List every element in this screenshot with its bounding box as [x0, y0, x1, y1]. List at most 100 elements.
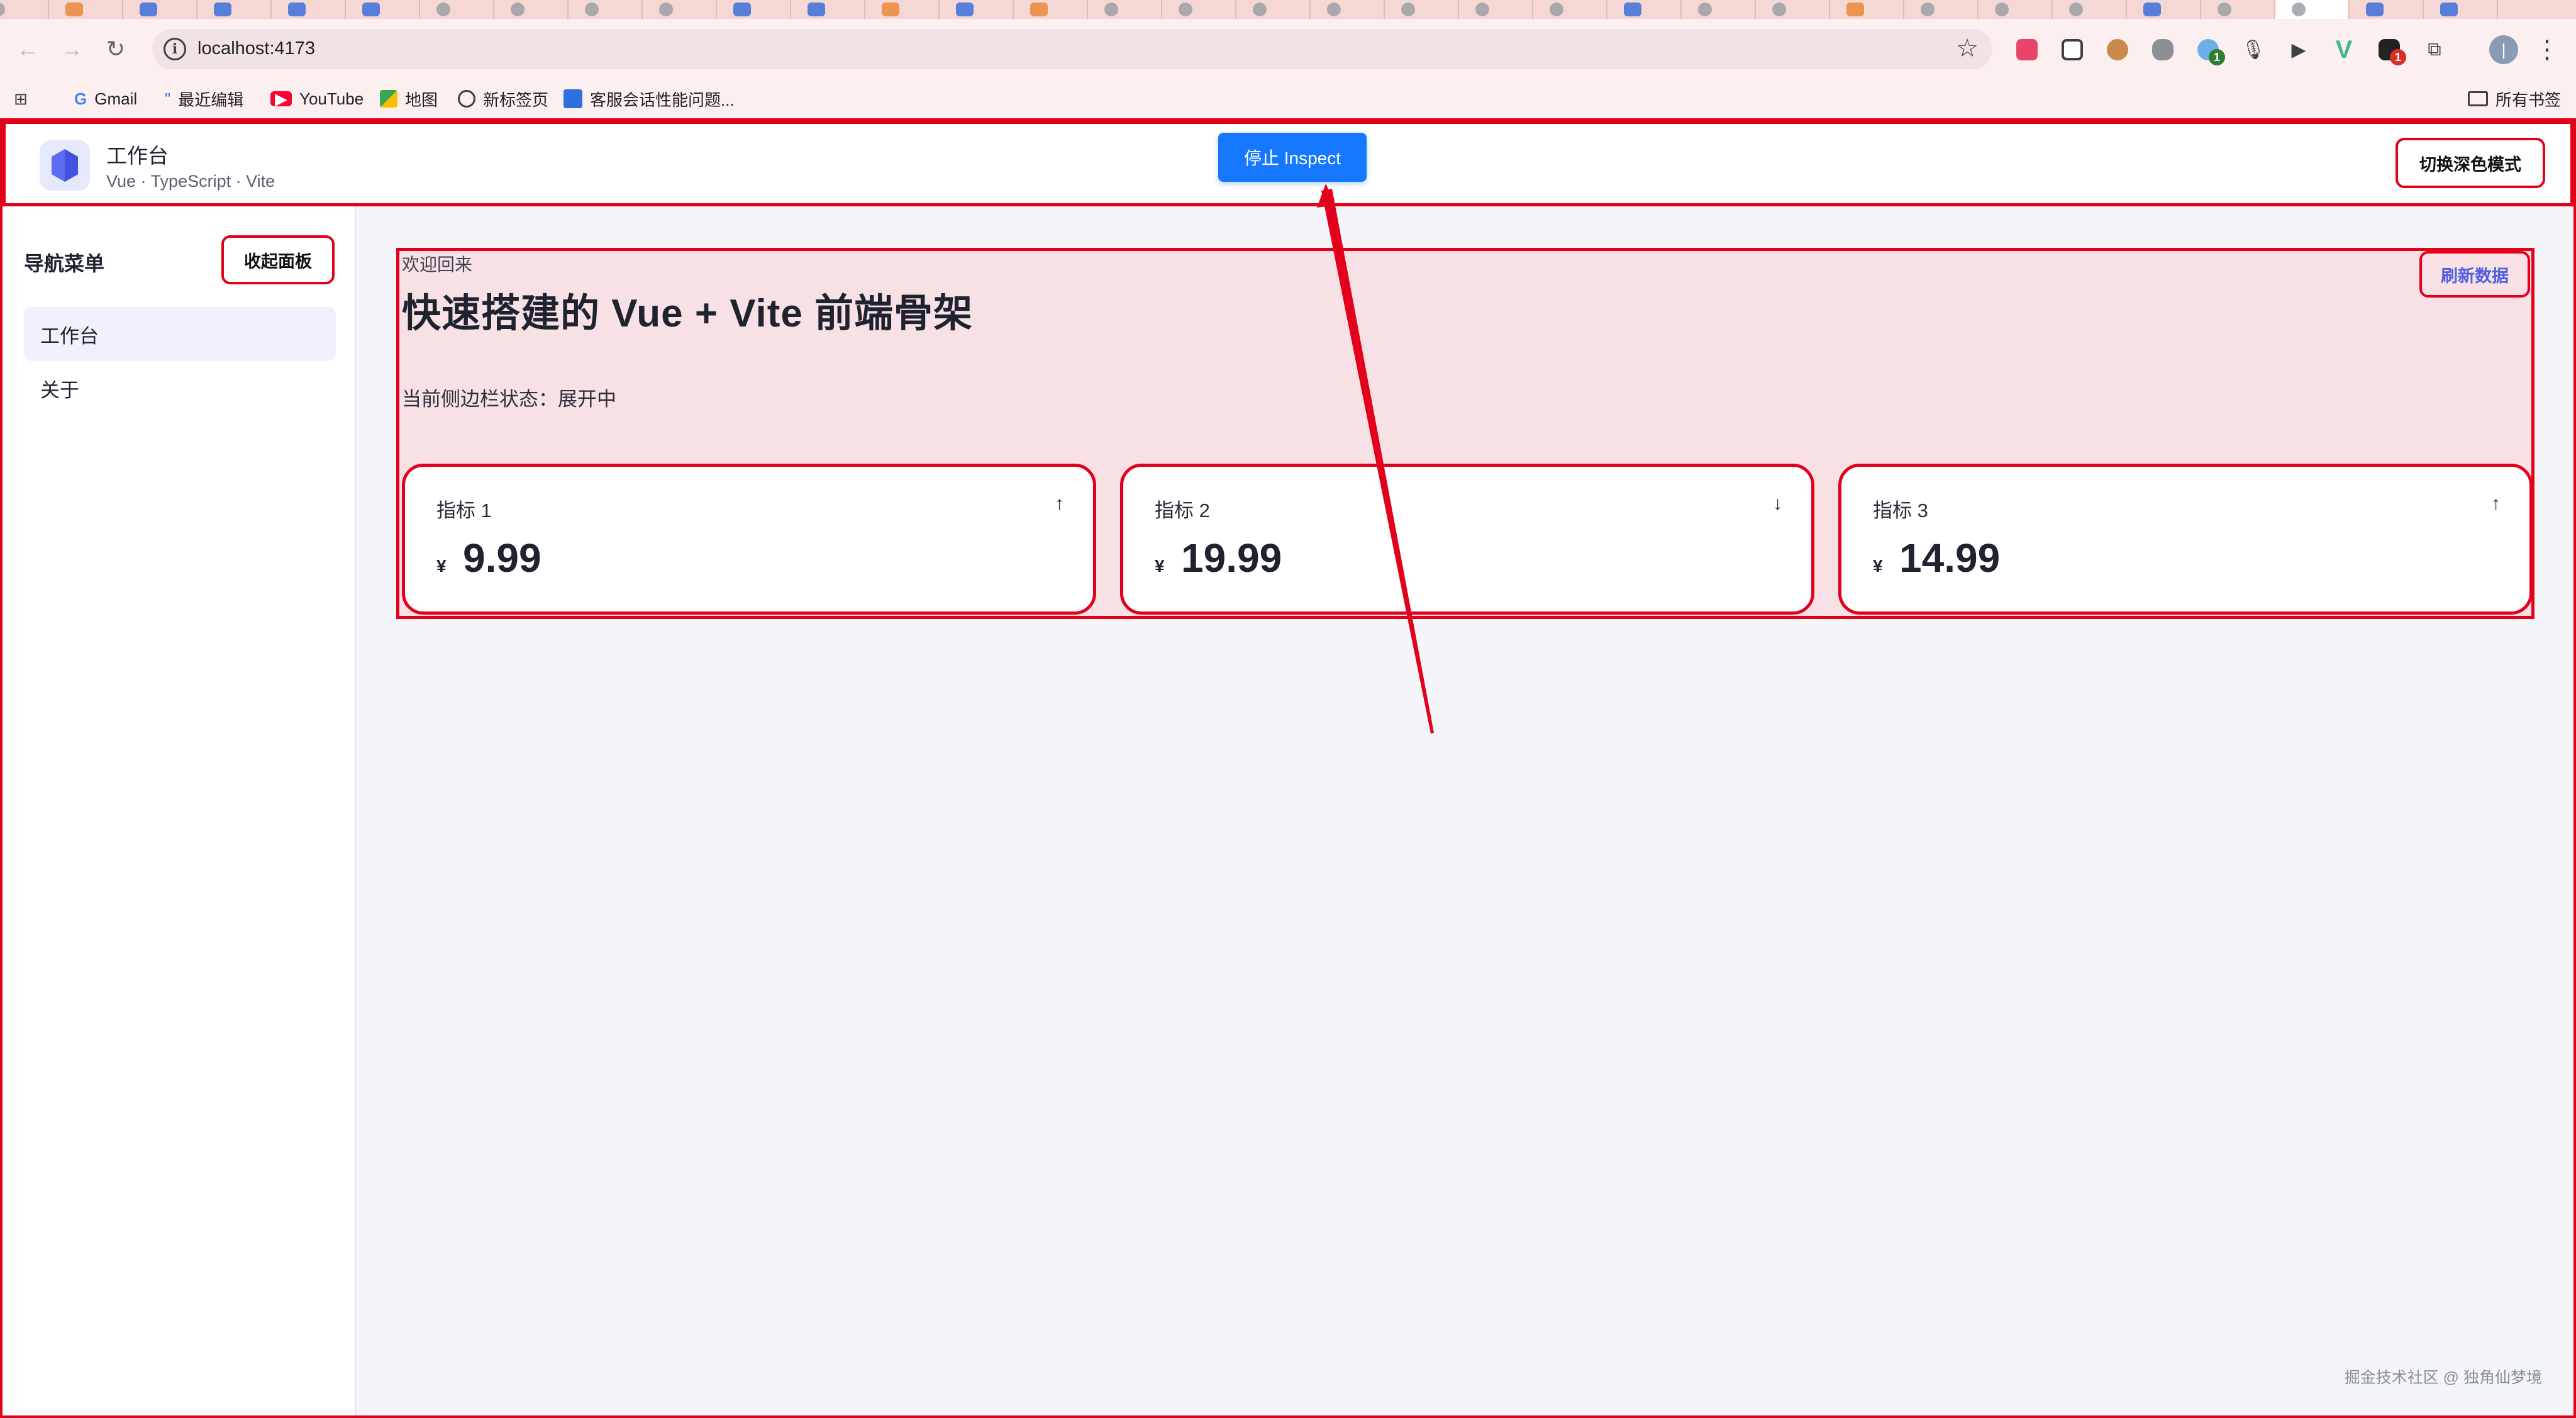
bookmark-perf-issue[interactable]: 客服会话性能问题... — [564, 88, 735, 109]
browser-tab[interactable] — [346, 0, 420, 19]
extension-mic-icon[interactable]: 🎙 — [2239, 35, 2268, 64]
tab-favicon-icon — [1995, 3, 2009, 16]
extension-alert-icon[interactable]: 1 — [2375, 35, 2406, 65]
bookmark-gmail[interactable]: G Gmail — [74, 88, 137, 109]
metric-label: 指标 1 — [436, 500, 492, 522]
browser-tab[interactable] — [717, 0, 791, 19]
browser-tab[interactable] — [123, 0, 197, 19]
browser-tab[interactable] — [2424, 0, 2498, 19]
trend-up-icon: ↑ — [1055, 493, 1064, 514]
tab-favicon-icon — [1624, 3, 1641, 16]
app-title: 工作台 — [106, 144, 169, 167]
browser-tab[interactable] — [49, 0, 123, 19]
bookmark-recent-edits[interactable]: " 最近编辑 — [165, 88, 243, 109]
browser-tab[interactable] — [643, 0, 717, 19]
browser-tab[interactable] — [1904, 0, 1979, 19]
browser-tab[interactable] — [940, 0, 1014, 19]
bookmark-all-folder[interactable]: 所有书签 — [2468, 88, 2561, 109]
browser-tab[interactable] — [0, 0, 49, 19]
tab-favicon-icon — [1772, 3, 1786, 16]
tab-favicon-icon — [882, 3, 899, 16]
app-header: 工作台 Vue · TypeScript · Vite 停止 Inspect 切… — [3, 121, 2573, 206]
browser-tab[interactable] — [2350, 0, 2424, 19]
profile-avatar[interactable]: | — [2489, 35, 2518, 64]
globe-icon — [458, 90, 475, 108]
hexagon-logo-icon — [52, 149, 78, 182]
browser-tab[interactable] — [1162, 0, 1236, 19]
bookmark-maps[interactable]: 地图 — [380, 88, 438, 109]
currency-symbol: ¥ — [1155, 556, 1165, 576]
browser-tab[interactable] — [1088, 0, 1162, 19]
browser-tab[interactable] — [1014, 0, 1088, 19]
metric-value: 14.99 — [1899, 535, 2001, 581]
browser-tab[interactable] — [1756, 0, 1830, 19]
bookmarks-bar: ⊞ G Gmail " 最近编辑 ▶ YouTube 地图 新标签页 客服会话性能问题… — [0, 79, 2576, 118]
tab-favicon-icon — [511, 3, 525, 16]
browser-tab[interactable] — [569, 0, 643, 19]
extension-window-icon[interactable] — [2058, 35, 2087, 64]
browser-tab[interactable] — [197, 0, 272, 19]
extension-vue-devtools-icon[interactable]: V — [2329, 35, 2358, 64]
refresh-data-button[interactable]: 刷新数据 — [2419, 251, 2530, 298]
browser-tab[interactable] — [1459, 0, 1533, 19]
app-logo-icon — [40, 140, 90, 191]
back-arrow-icon[interactable]: ← — [13, 34, 43, 64]
collapse-panel-button[interactable]: 收起面板 — [221, 235, 335, 284]
tab-favicon-icon — [585, 3, 599, 16]
extensions-puzzle-icon[interactable]: ⧉ — [2420, 35, 2449, 64]
sidebar-state-text: 当前侧边栏状态：展开中 — [402, 388, 616, 410]
sidebar-item-about[interactable]: 关于 — [24, 361, 336, 415]
sidebar-item-label: 关于 — [40, 379, 79, 401]
stop-inspect-button[interactable]: 停止 Inspect — [1218, 133, 1367, 182]
tab-favicon-icon — [2069, 3, 2083, 16]
browser-tab[interactable] — [1236, 0, 1311, 19]
browser-tab[interactable] — [1311, 0, 1385, 19]
bookmark-youtube[interactable]: ▶ YouTube — [270, 88, 364, 109]
tab-favicon-icon — [362, 3, 380, 16]
browser-tab[interactable] — [791, 0, 865, 19]
extension-translate-icon[interactable] — [2012, 35, 2041, 64]
metric-label: 指标 2 — [1155, 500, 1210, 522]
browser-tab[interactable] — [1682, 0, 1756, 19]
app-viewport: 工作台 Vue · TypeScript · Vite 停止 Inspect 切… — [0, 118, 2576, 1418]
bookmark-new-tab[interactable]: 新标签页 — [458, 88, 548, 109]
browser-menu-icon[interactable]: ⋮ — [2534, 35, 2560, 64]
sidebar: 导航菜单 收起面板 工作台 关于 — [3, 206, 356, 1415]
toggle-dark-mode-button[interactable]: 切换深色模式 — [2396, 138, 2545, 188]
reload-icon[interactable]: ↻ — [101, 34, 131, 64]
browser-tab[interactable] — [2053, 0, 2127, 19]
tab-favicon-icon — [808, 3, 825, 16]
trend-down-icon: ↓ — [1773, 493, 1782, 514]
browser-tab-active[interactable] — [2275, 0, 2350, 19]
tab-favicon-icon — [2218, 3, 2231, 16]
extension-badge-icon[interactable]: 1 — [2194, 35, 2225, 65]
browser-tab[interactable] — [865, 0, 940, 19]
extension-cookie-icon[interactable] — [2103, 35, 2132, 64]
tab-favicon-icon — [1475, 3, 1489, 16]
address-url[interactable]: localhost:4173 — [197, 38, 315, 59]
tab-favicon-icon — [1550, 3, 1563, 16]
app-subtitle: Vue · TypeScript · Vite — [106, 172, 275, 191]
apps-grid-icon[interactable]: ⊞ — [14, 88, 35, 109]
browser-tab[interactable] — [1607, 0, 1682, 19]
extension-eyes-icon[interactable] — [2148, 35, 2177, 64]
browser-tab[interactable] — [1979, 0, 2053, 19]
site-info-icon[interactable]: i — [164, 38, 186, 60]
tab-favicon-icon — [2366, 3, 2384, 16]
sidebar-item-dashboard[interactable]: 工作台 — [24, 307, 336, 361]
address-bar[interactable]: i localhost:4173 ☆ — [152, 29, 1992, 69]
tab-favicon-icon — [65, 3, 83, 16]
browser-tab[interactable] — [2201, 0, 2275, 19]
extension-play-icon[interactable]: ▶ — [2284, 35, 2313, 64]
browser-tab[interactable] — [1830, 0, 1904, 19]
browser-toolbar: ← → ↻ i localhost:4173 ☆ 1 🎙 ▶ V 1 ⧉ | ⋮ — [0, 19, 2576, 79]
app-icon — [564, 89, 582, 108]
browser-tab[interactable] — [272, 0, 346, 19]
bookmark-star-icon[interactable]: ☆ — [1956, 34, 1979, 63]
browser-tab[interactable] — [494, 0, 569, 19]
forward-arrow-icon[interactable]: → — [57, 34, 87, 64]
browser-tab[interactable] — [1385, 0, 1459, 19]
browser-tab[interactable] — [420, 0, 494, 19]
browser-tab[interactable] — [2127, 0, 2201, 19]
browser-tab[interactable] — [1533, 0, 1607, 19]
